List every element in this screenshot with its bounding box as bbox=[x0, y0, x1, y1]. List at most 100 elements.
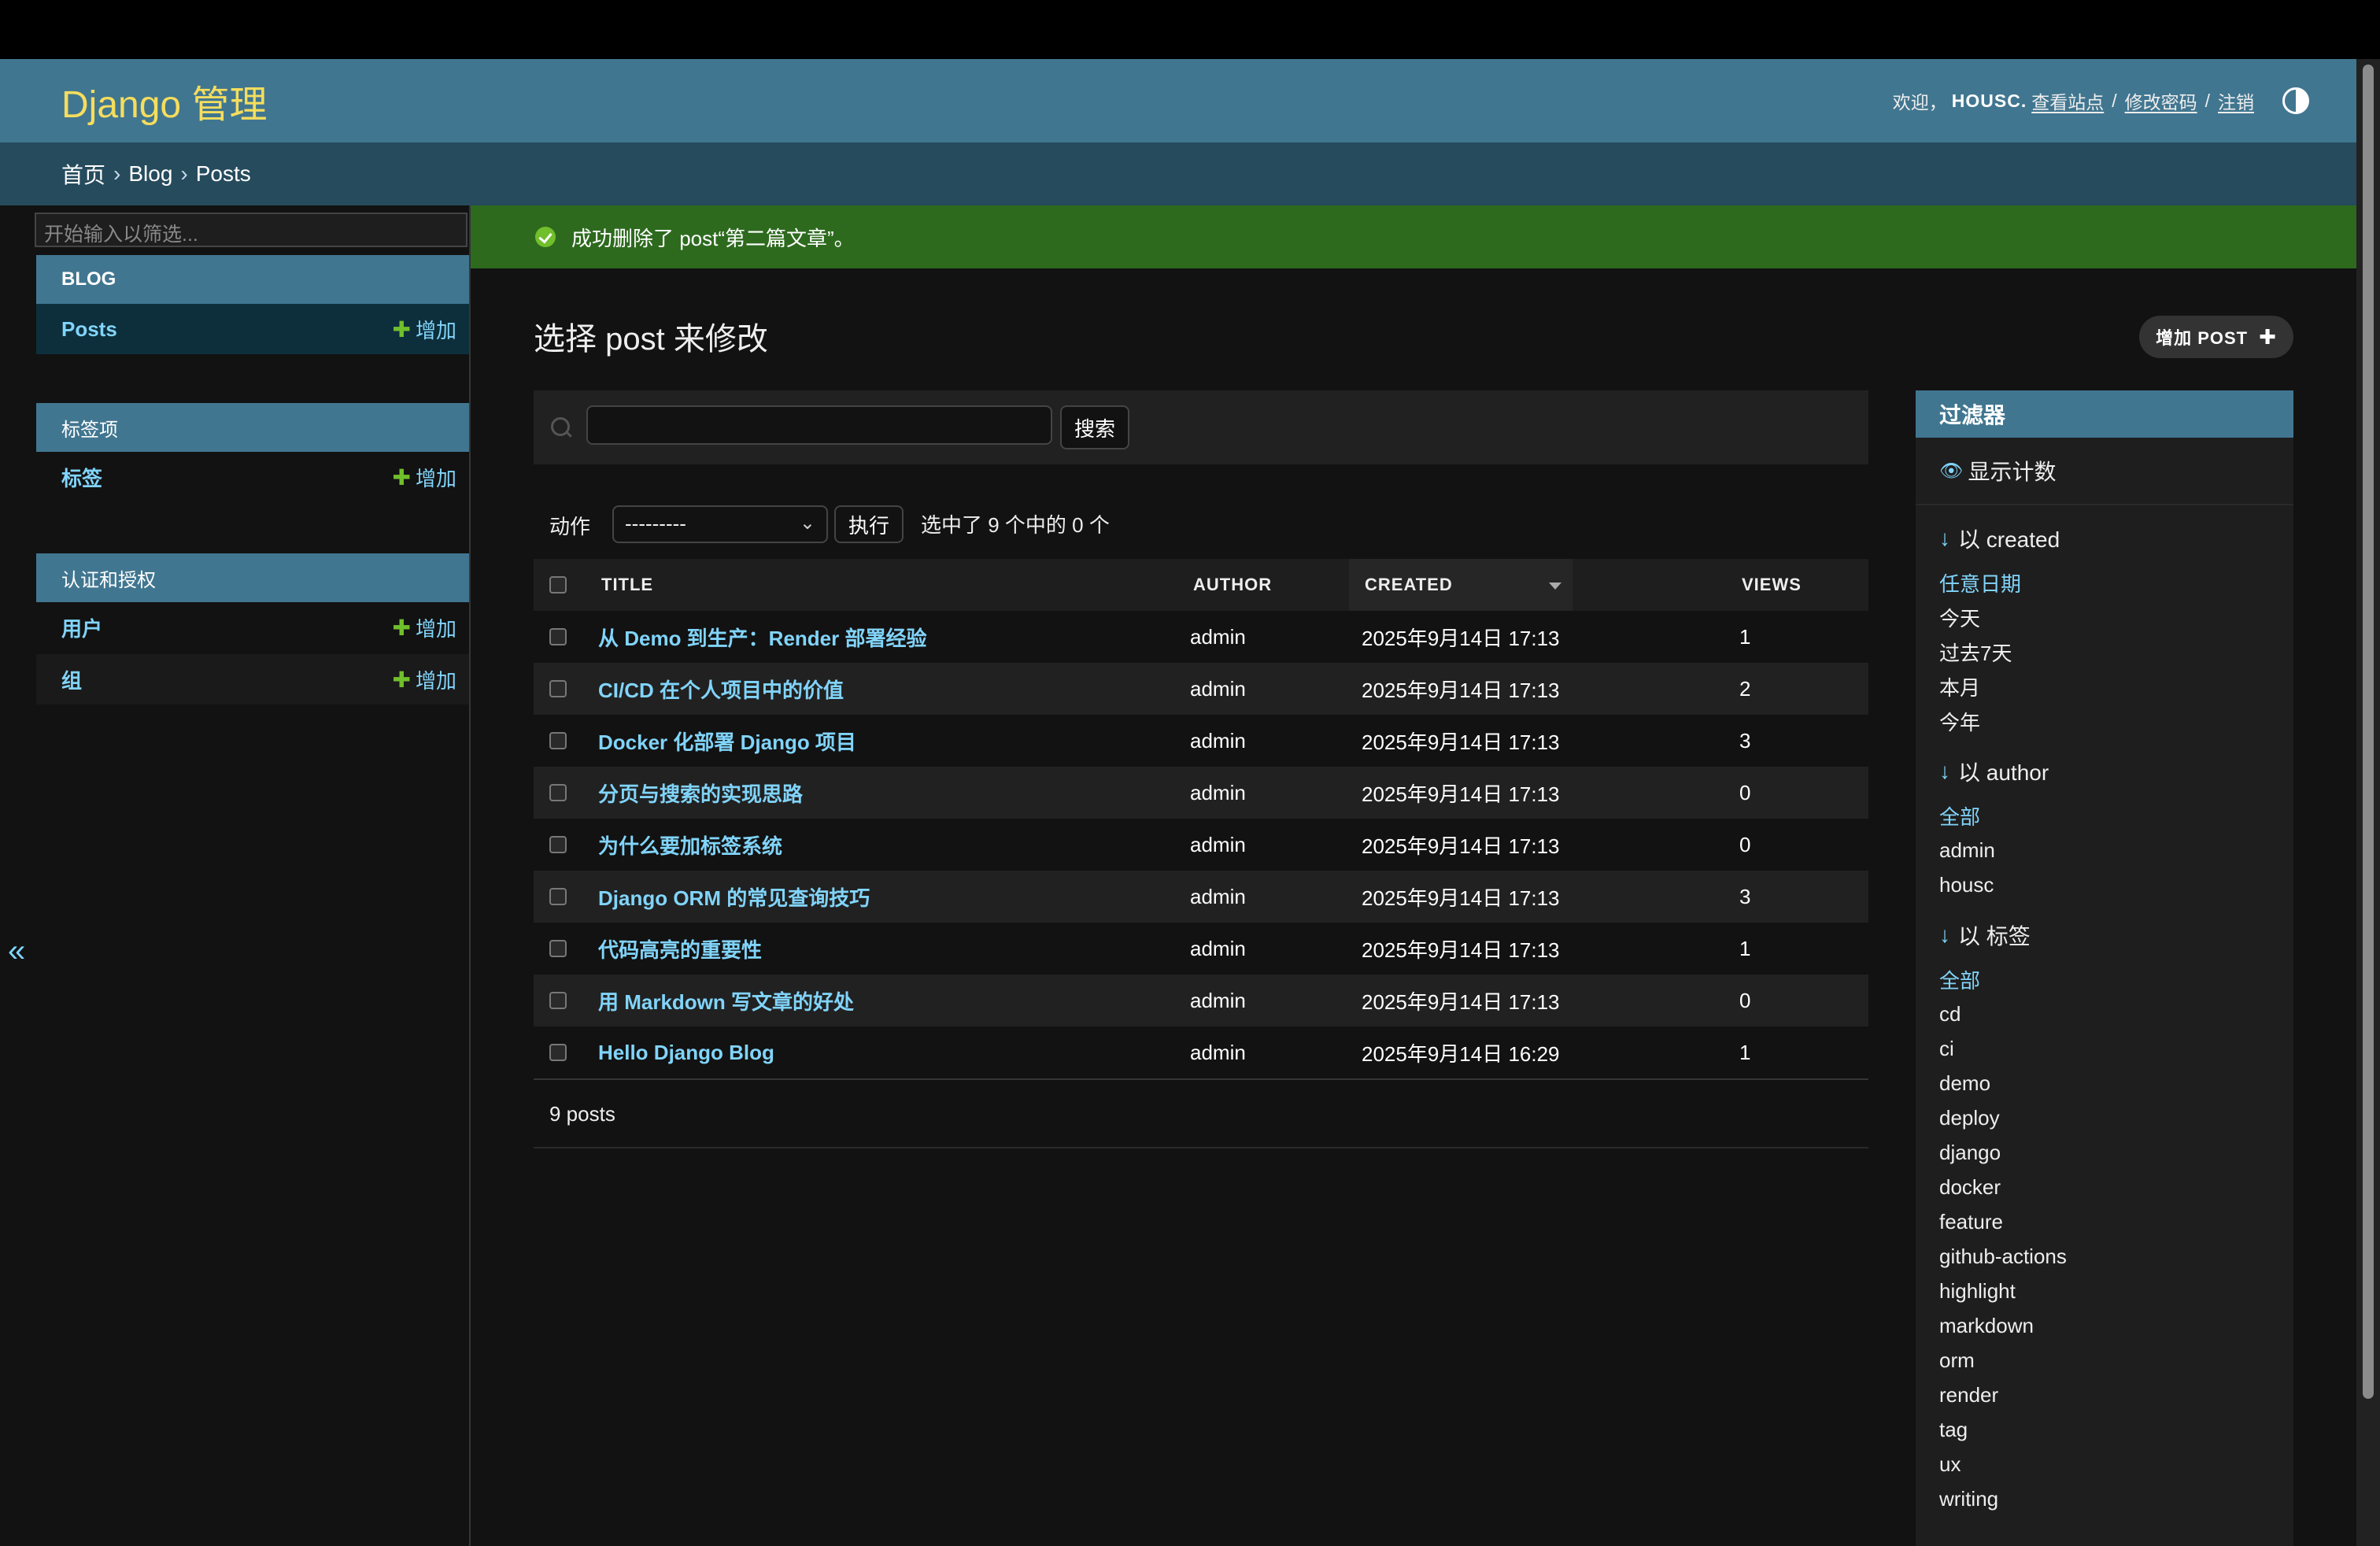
created-cell: 2025年9月14日 17:13 bbox=[1362, 626, 1560, 650]
post-title-link[interactable]: CI/CD 在个人项目中的价值 bbox=[598, 663, 844, 715]
filter-option[interactable]: 今年 bbox=[1939, 704, 2270, 738]
filter-heading[interactable]: ↓ 以 标签 bbox=[1939, 919, 2270, 951]
sort-descending-icon[interactable] bbox=[1549, 583, 1561, 590]
separator: / bbox=[2112, 90, 2117, 111]
column-created-label: CREATED bbox=[1365, 575, 1453, 594]
plus-icon: ✚ bbox=[392, 667, 411, 692]
change-password-link[interactable]: 修改密码 bbox=[2125, 87, 2197, 114]
column-views[interactable]: VIEWS bbox=[1742, 559, 1802, 611]
show-counts-label[interactable]: 显示计数 bbox=[1968, 455, 2056, 486]
site-header: Django 管理 欢迎， HOUSC. 查看站点 / 修改密码 / 注销 bbox=[0, 59, 2356, 142]
window-top-bar bbox=[0, 0, 2380, 59]
sidebar-item-label[interactable]: 组 bbox=[61, 665, 82, 694]
row-checkbox[interactable] bbox=[549, 628, 567, 645]
filter-option[interactable]: housc bbox=[1939, 867, 2270, 902]
breadcrumb-separator: › bbox=[113, 161, 121, 186]
table-header: TITLE AUTHOR CREATED VIEWS bbox=[534, 559, 1868, 611]
sidebar-item-groups[interactable]: 组 ✚ 增加 bbox=[36, 654, 469, 705]
filter-option[interactable]: highlight bbox=[1939, 1274, 2270, 1308]
action-select[interactable]: --------- ⌄ bbox=[612, 505, 828, 543]
module-caption-blog[interactable]: BLOG bbox=[36, 255, 469, 304]
created-cell: 2025年9月14日 17:13 bbox=[1362, 989, 1560, 1014]
filter-option[interactable]: 过去7天 bbox=[1939, 634, 2270, 669]
row-checkbox[interactable] bbox=[549, 680, 567, 697]
post-title-link[interactable]: Django ORM 的常见查询技巧 bbox=[598, 871, 870, 923]
sidebar-item-label[interactable]: Posts bbox=[61, 317, 117, 342]
column-created[interactable]: CREATED bbox=[1349, 559, 1572, 611]
author-cell: admin bbox=[1190, 624, 1246, 649]
row-checkbox[interactable] bbox=[549, 1044, 567, 1061]
row-checkbox[interactable] bbox=[549, 836, 567, 853]
breadcrumb-home[interactable]: 首页 bbox=[61, 158, 105, 190]
author-cell: admin bbox=[1190, 936, 1246, 960]
module-caption-auth[interactable]: 认证和授权 bbox=[36, 553, 469, 602]
add-user-link[interactable]: ✚ 增加 bbox=[393, 613, 456, 642]
filter-option[interactable]: cd bbox=[1939, 997, 2270, 1031]
sidebar-item-label[interactable]: 用户 bbox=[61, 613, 102, 642]
post-title-link[interactable]: 为什么要加标签系统 bbox=[598, 819, 782, 871]
filter-heading[interactable]: ↓ 以 author bbox=[1939, 756, 2270, 787]
row-checkbox[interactable] bbox=[549, 888, 567, 905]
filter-option[interactable]: 全部 bbox=[1939, 798, 2270, 833]
filter-option[interactable]: ux bbox=[1939, 1447, 2270, 1481]
post-title-link[interactable]: 分页与搜索的实现思路 bbox=[598, 767, 803, 819]
sidebar-item-label[interactable]: 标签 bbox=[61, 463, 102, 492]
column-author[interactable]: AUTHOR bbox=[1193, 559, 1272, 611]
search-input[interactable] bbox=[586, 405, 1052, 445]
filter-option[interactable]: django bbox=[1939, 1135, 2270, 1170]
row-checkbox[interactable] bbox=[549, 992, 567, 1009]
add-tag-link[interactable]: ✚ 增加 bbox=[393, 463, 456, 492]
filter-option[interactable]: demo bbox=[1939, 1066, 2270, 1100]
post-title-link[interactable]: 从 Demo 到生产：Render 部署经验 bbox=[598, 611, 927, 663]
sidebar-collapse-toggle[interactable]: « bbox=[8, 934, 25, 969]
filter-option[interactable]: docker bbox=[1939, 1170, 2270, 1204]
logout-link[interactable]: 注销 bbox=[2218, 87, 2254, 114]
select-all-checkbox-cell[interactable] bbox=[549, 559, 567, 611]
post-title-link[interactable]: 代码高亮的重要性 bbox=[598, 923, 762, 975]
show-counts-link[interactable]: 👁 显示计数 bbox=[1916, 438, 2293, 505]
views-cell: 3 bbox=[1739, 728, 1751, 753]
action-select-value: --------- bbox=[625, 512, 686, 535]
filter-option[interactable]: 任意日期 bbox=[1939, 565, 2270, 600]
post-title-link[interactable]: Hello Django Blog bbox=[598, 1026, 774, 1078]
filter-option[interactable]: orm bbox=[1939, 1343, 2270, 1378]
filter-option[interactable]: tag bbox=[1939, 1412, 2270, 1447]
column-title[interactable]: TITLE bbox=[601, 559, 653, 611]
search-button[interactable]: 搜索 bbox=[1060, 405, 1129, 449]
filter-option[interactable]: ci bbox=[1939, 1031, 2270, 1066]
site-brand[interactable]: Django 管理 bbox=[61, 73, 267, 128]
add-group-link[interactable]: ✚ 增加 bbox=[393, 665, 456, 694]
filter-option[interactable]: deploy bbox=[1939, 1100, 2270, 1135]
run-action-button[interactable]: 执行 bbox=[834, 505, 904, 543]
sidebar-item-tags[interactable]: 标签 ✚ 增加 bbox=[36, 452, 469, 502]
add-post-link[interactable]: ✚ 增加 bbox=[393, 315, 456, 344]
row-checkbox[interactable] bbox=[549, 940, 567, 957]
view-site-link[interactable]: 查看站点 bbox=[2031, 87, 2104, 114]
filter-option[interactable]: 今天 bbox=[1939, 600, 2270, 634]
filter-option[interactable]: 本月 bbox=[1939, 669, 2270, 704]
sidebar-item-posts[interactable]: Posts ✚ 增加 bbox=[36, 304, 469, 354]
select-all-checkbox[interactable] bbox=[549, 576, 567, 594]
row-checkbox[interactable] bbox=[549, 732, 567, 749]
filter-option[interactable]: writing bbox=[1939, 1481, 2270, 1516]
breadcrumb-blog[interactable]: Blog bbox=[128, 161, 172, 187]
sidebar-item-users[interactable]: 用户 ✚ 增加 bbox=[36, 602, 469, 653]
module-caption-tags[interactable]: 标签项 bbox=[36, 403, 469, 452]
filter-option[interactable]: feature bbox=[1939, 1204, 2270, 1239]
views-cell: 0 bbox=[1739, 988, 1751, 1012]
post-title-link[interactable]: Docker 化部署 Django 项目 bbox=[598, 715, 856, 767]
row-checkbox[interactable] bbox=[549, 784, 567, 801]
post-title-link[interactable]: 用 Markdown 写文章的好处 bbox=[598, 975, 854, 1026]
theme-toggle-icon[interactable] bbox=[2282, 87, 2309, 114]
filter-option[interactable]: github-actions bbox=[1939, 1239, 2270, 1274]
author-cell: admin bbox=[1190, 1040, 1246, 1064]
filter-option[interactable]: admin bbox=[1939, 833, 2270, 867]
add-post-button[interactable]: 增加 POST ✚ bbox=[2139, 316, 2293, 358]
filter-option[interactable]: markdown bbox=[1939, 1308, 2270, 1343]
filter-option[interactable]: render bbox=[1939, 1378, 2270, 1412]
filter-heading[interactable]: ↓ 以 created bbox=[1939, 523, 2270, 554]
filter-option[interactable]: 全部 bbox=[1939, 962, 2270, 997]
author-cell: admin bbox=[1190, 988, 1246, 1012]
nav-filter-input[interactable]: 开始输入以筛选... bbox=[35, 213, 468, 247]
page-scrollbar-thumb[interactable] bbox=[2363, 65, 2374, 1399]
